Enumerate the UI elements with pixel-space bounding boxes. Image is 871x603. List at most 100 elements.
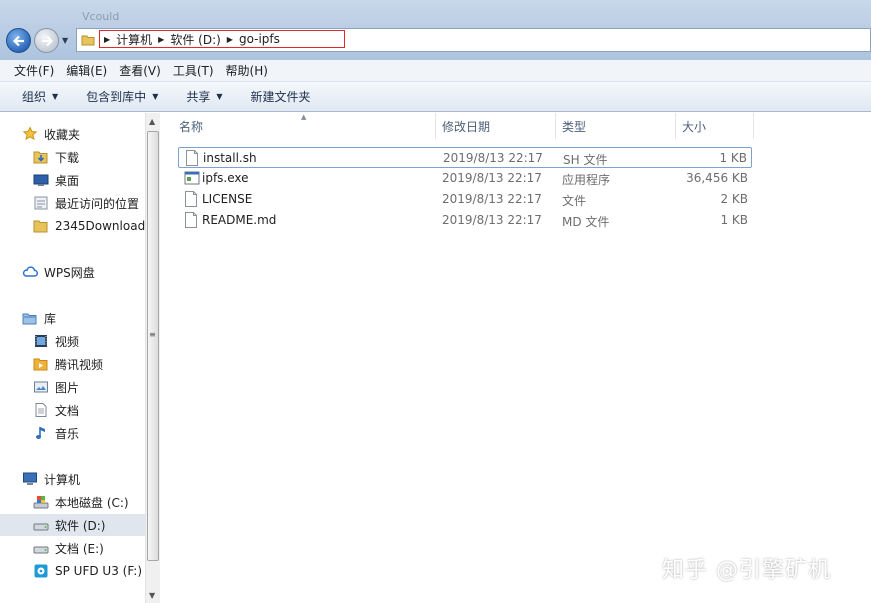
tencent-video-icon	[33, 356, 49, 372]
column-header-size[interactable]: 大小	[676, 113, 754, 139]
nav-wps-cloud[interactable]: WPS网盘	[22, 261, 95, 283]
nav-item-drive-e[interactable]: 文档 (E:)	[33, 537, 104, 559]
nav-computer-label: 计算机	[44, 472, 81, 487]
breadcrumb-drive-d[interactable]: 软件 (D:)	[170, 31, 220, 48]
share-button[interactable]: 共享 ▼	[176, 88, 232, 105]
scroll-up-icon[interactable]: ▲	[149, 117, 155, 126]
back-arrow-icon	[12, 35, 24, 47]
nav-favorites[interactable]: 收藏夹	[22, 123, 80, 145]
sort-ascending-icon: ▲	[301, 113, 307, 121]
breadcrumb-go-ipfs[interactable]: go-ipfs	[239, 32, 280, 46]
star-icon	[22, 126, 38, 142]
column-header-name[interactable]: 名称	[161, 113, 436, 139]
music-icon	[33, 425, 49, 441]
nav-item-videos[interactable]: 视频	[33, 330, 79, 352]
menu-bar: 文件(F) 编辑(E) 查看(V) 工具(T) 帮助(H)	[0, 60, 871, 82]
nav-item-2345downloads[interactable]: 2345Downloads	[33, 215, 145, 237]
nav-item-label: 下载	[55, 150, 80, 165]
nav-item-drive-f[interactable]: SP UFD U3 (F:)	[33, 560, 142, 582]
organize-button[interactable]: 组织 ▼	[12, 88, 68, 105]
nav-item-label: 文档	[55, 403, 80, 418]
breadcrumb: ▶ 计算机 ▶ 软件 (D:) ▶ go-ipfs	[99, 30, 345, 48]
nav-item-drive-c[interactable]: 本地磁盘 (C:)	[33, 491, 129, 513]
menu-help[interactable]: 帮助(H)	[220, 62, 274, 79]
column-header-label: 名称	[179, 119, 204, 134]
nav-computer[interactable]: 计算机	[22, 468, 80, 490]
title-bar: Vcould ▼ ▶ 计算机 ▶ 软件 (D:) ▶ go-ipfs	[0, 0, 871, 60]
file-type: MD 文件	[562, 215, 610, 229]
file-type: SH 文件	[563, 153, 608, 167]
pictures-icon	[33, 379, 49, 395]
menu-view[interactable]: 查看(V)	[113, 62, 167, 79]
column-header-label: 大小	[682, 119, 707, 134]
drive-icon	[33, 517, 49, 533]
application-icon	[184, 170, 200, 189]
file-date: 2019/8/13 22:17	[442, 192, 542, 206]
chevron-down-icon: ▼	[216, 92, 223, 101]
column-header-type[interactable]: 类型	[556, 113, 676, 139]
nav-item-label: 本地磁盘 (C:)	[55, 495, 129, 510]
column-header-label: 修改日期	[442, 119, 491, 134]
breadcrumb-separator-icon[interactable]: ▶	[227, 35, 233, 44]
watermark: 知乎 @引擎矿机	[662, 558, 831, 583]
recent-pages-dropdown[interactable]: ▼	[62, 36, 68, 45]
drive-icon	[33, 540, 49, 556]
file-row-license[interactable]: LICENSE 2019/8/13 22:17 文件 2 KB	[178, 189, 752, 210]
video-icon	[33, 333, 49, 349]
nav-item-label: 软件 (D:)	[55, 518, 106, 533]
include-in-library-label: 包含到库中	[86, 90, 147, 104]
nav-item-music[interactable]: 音乐	[33, 422, 79, 444]
file-type: 应用程序	[562, 173, 611, 187]
organize-label: 组织	[22, 90, 47, 104]
nav-libraries[interactable]: 库	[22, 307, 56, 329]
file-size: 36,456 KB	[686, 171, 748, 185]
library-icon	[22, 310, 38, 326]
breadcrumb-separator-icon[interactable]: ▶	[158, 35, 164, 44]
nav-wps-label: WPS网盘	[44, 265, 95, 280]
downloads-folder-icon	[33, 149, 49, 165]
back-button[interactable]	[6, 28, 31, 53]
nav-item-documents[interactable]: 文档	[33, 399, 79, 421]
navigation-scrollbar[interactable]: ▲ ≡ ▼	[145, 113, 160, 603]
nav-item-desktop[interactable]: 桌面	[33, 169, 79, 191]
documents-icon	[33, 402, 49, 418]
nav-item-tencent-video[interactable]: 腾讯视频	[33, 353, 103, 375]
breadcrumb-computer[interactable]: 计算机	[116, 31, 152, 48]
menu-file[interactable]: 文件(F)	[8, 62, 60, 79]
nav-item-label: SP UFD U3 (F:)	[55, 564, 143, 578]
column-header-label: 类型	[562, 119, 587, 134]
document-icon	[184, 191, 198, 210]
nav-item-drive-d[interactable]: 软件 (D:)	[0, 514, 145, 536]
file-size: 2 KB	[720, 192, 748, 206]
new-folder-button[interactable]: 新建文件夹	[241, 88, 321, 105]
nav-item-recent-places[interactable]: 最近访问的位置	[33, 192, 139, 214]
scrollbar-thumb[interactable]	[147, 131, 159, 561]
file-size: 1 KB	[719, 151, 747, 165]
recent-places-icon	[33, 195, 49, 211]
file-type: 文件	[562, 194, 587, 208]
nav-item-label: 最近访问的位置	[55, 196, 140, 211]
file-row-readme-md[interactable]: README.md 2019/8/13 22:17 MD 文件 1 KB	[178, 210, 752, 231]
usb-drive-icon	[33, 563, 49, 579]
file-row-ipfs-exe[interactable]: ipfs.exe 2019/8/13 22:17 应用程序 36,456 KB	[178, 168, 752, 189]
nav-item-label: 视频	[55, 334, 80, 349]
file-list: 名称 ▲ 修改日期 类型 大小 install.sh 2019/8/13 22:…	[161, 113, 871, 603]
cloud-icon	[22, 264, 38, 280]
menu-edit[interactable]: 编辑(E)	[60, 62, 113, 79]
include-in-library-button[interactable]: 包含到库中 ▼	[76, 88, 168, 105]
breadcrumb-separator-icon[interactable]: ▶	[104, 35, 110, 44]
command-bar: 组织 ▼ 包含到库中 ▼ 共享 ▼ 新建文件夹	[0, 82, 871, 112]
file-name: ipfs.exe	[202, 171, 249, 185]
file-name: install.sh	[203, 151, 257, 165]
forward-button[interactable]	[34, 28, 59, 53]
desktop-icon	[33, 172, 49, 188]
file-date: 2019/8/13 22:17	[443, 151, 543, 165]
scroll-down-icon[interactable]: ▼	[149, 591, 155, 600]
file-row-install-sh[interactable]: install.sh 2019/8/13 22:17 SH 文件 1 KB	[178, 147, 752, 168]
nav-item-pictures[interactable]: 图片	[33, 376, 79, 398]
column-header-date[interactable]: 修改日期	[436, 113, 556, 139]
address-bar[interactable]: ▶ 计算机 ▶ 软件 (D:) ▶ go-ipfs	[76, 28, 871, 52]
nav-item-downloads[interactable]: 下载	[33, 146, 79, 168]
menu-tools[interactable]: 工具(T)	[167, 62, 220, 79]
system-drive-icon	[33, 494, 49, 510]
